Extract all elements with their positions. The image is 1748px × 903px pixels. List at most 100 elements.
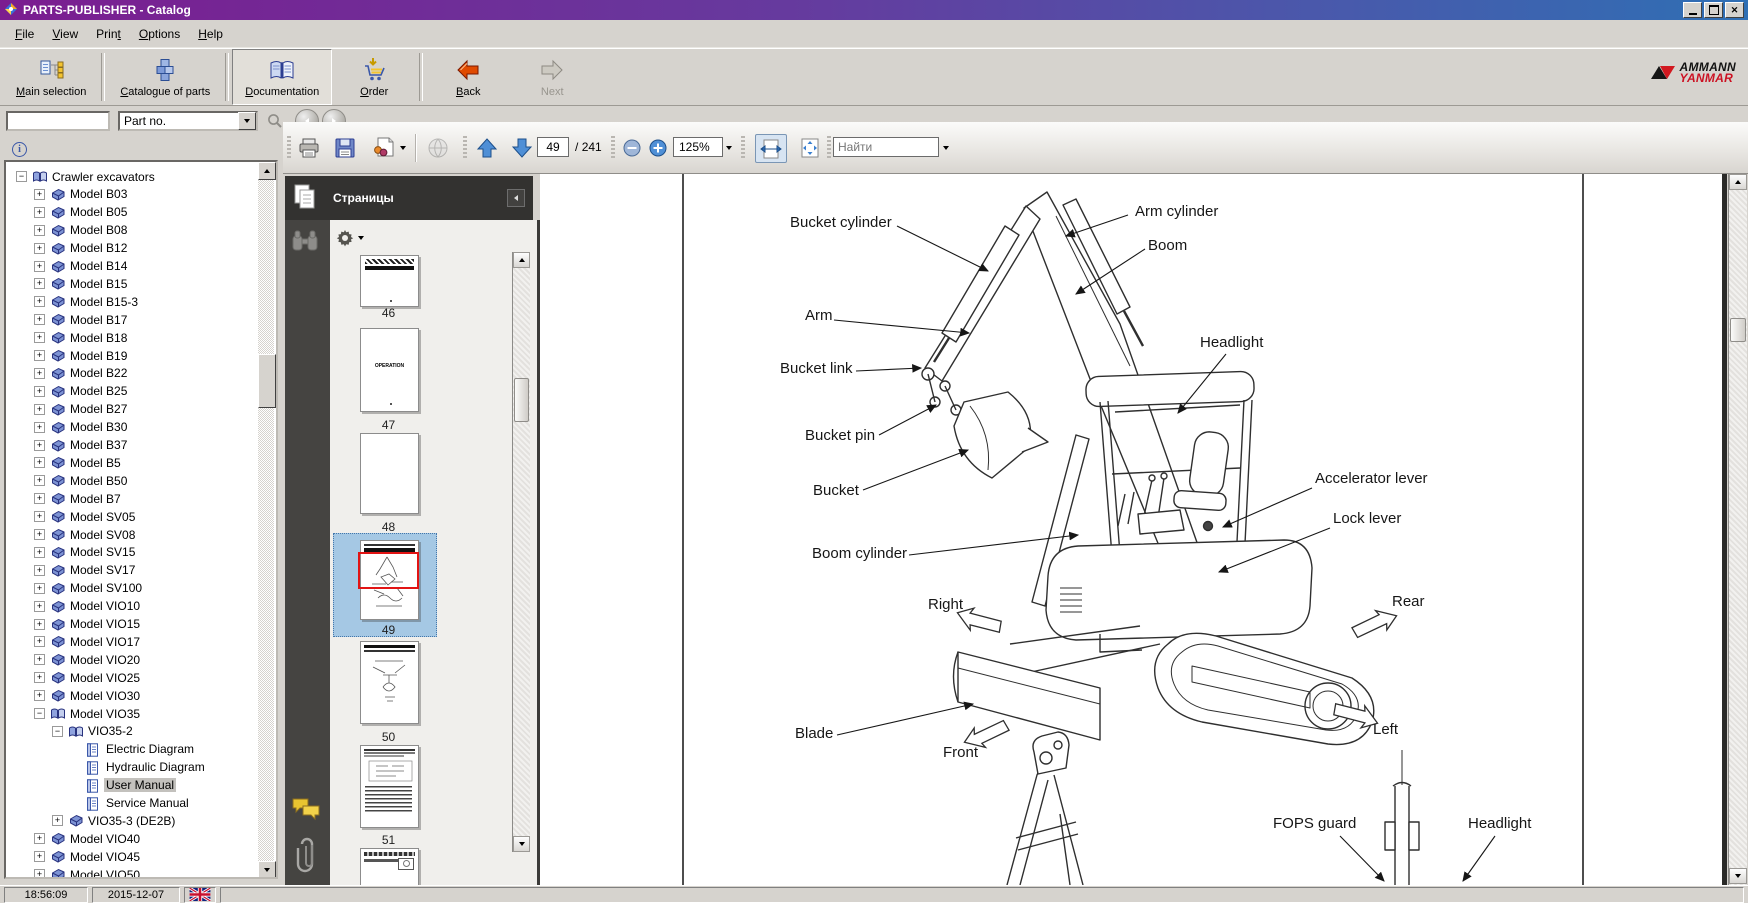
tree-item-model-b18[interactable]: +Model B18 xyxy=(6,329,256,346)
tree-item-model-b15-3[interactable]: +Model B15-3 xyxy=(6,293,256,310)
tree-item-model-b15[interactable]: +Model B15 xyxy=(6,275,256,292)
zoom-dropdown-icon[interactable] xyxy=(726,136,732,160)
tree-item-model-b19[interactable]: +Model B19 xyxy=(6,347,256,364)
tree-item-model-vio15[interactable]: +Model VIO15 xyxy=(6,616,256,633)
dropdown-arrow-icon[interactable] xyxy=(238,112,256,130)
thumbnails-scrollbar[interactable] xyxy=(512,252,530,852)
tree-item-model-b22[interactable]: +Model B22 xyxy=(6,365,256,382)
tree-item-vio35-2[interactable]: −VIO35-2 xyxy=(6,723,256,740)
language-flag-icon[interactable] xyxy=(184,887,216,903)
fit-width-button[interactable] xyxy=(755,134,787,163)
maximize-button[interactable] xyxy=(1704,2,1723,18)
next-page-button[interactable] xyxy=(510,136,534,160)
tree-item-service-manual[interactable]: Service Manual xyxy=(6,795,256,812)
menu-view[interactable]: View xyxy=(43,22,87,46)
tree-item-model-vio25[interactable]: +Model VIO25 xyxy=(6,669,256,686)
tree-item-model-b14[interactable]: +Model B14 xyxy=(6,258,256,275)
save-button[interactable] xyxy=(333,136,357,160)
pages-icon[interactable] xyxy=(293,183,317,214)
tree-item-model-b03[interactable]: +Model B03 xyxy=(6,186,256,203)
tree-expand-expand-icon[interactable]: + xyxy=(52,815,63,826)
tree-expand-expand-icon[interactable]: + xyxy=(34,690,45,701)
thumbnail-page-46[interactable] xyxy=(360,255,419,307)
document-scrollbar-thumb[interactable] xyxy=(1730,318,1746,342)
tree-expand-expand-icon[interactable]: + xyxy=(34,261,45,272)
tree-expand-expand-icon[interactable]: + xyxy=(34,225,45,236)
tree-item-user-manual[interactable]: User Manual xyxy=(6,777,256,794)
previous-page-button[interactable] xyxy=(475,136,499,160)
find-dropdown-icon[interactable] xyxy=(943,136,949,160)
tree-item-model-b27[interactable]: +Model B27 xyxy=(6,401,256,418)
fit-page-button[interactable] xyxy=(795,134,825,161)
tree-expand-collapse-icon[interactable]: − xyxy=(52,726,63,737)
catalogue-of-parts-button[interactable]: Catalogue of parts xyxy=(108,49,222,105)
tree-item-model-b12[interactable]: +Model B12 xyxy=(6,240,256,257)
tree-item-crawler-excavators[interactable]: −Crawler excavators xyxy=(6,168,256,185)
tree-expand-expand-icon[interactable]: + xyxy=(34,422,45,433)
tree-item-model-b37[interactable]: +Model B37 xyxy=(6,437,256,454)
menu-print[interactable]: Print xyxy=(87,22,130,46)
tree-expand-expand-icon[interactable]: + xyxy=(34,869,45,879)
part-number-input[interactable] xyxy=(6,111,110,131)
tree-expand-expand-icon[interactable]: + xyxy=(34,583,45,594)
info-icon[interactable]: i xyxy=(12,142,27,157)
search-type-dropdown[interactable]: Part no. xyxy=(118,111,258,131)
find-input[interactable] xyxy=(833,137,939,157)
menu-file[interactable]: File xyxy=(6,22,43,46)
tree-expand-expand-icon[interactable]: + xyxy=(34,601,45,612)
tree-item-model-vio10[interactable]: +Model VIO10 xyxy=(6,598,256,615)
tree-expand-expand-icon[interactable]: + xyxy=(34,672,45,683)
attachments-paperclip-icon[interactable] xyxy=(295,836,319,879)
tree-expand-expand-icon[interactable]: + xyxy=(34,386,45,397)
tree-expand-expand-icon[interactable]: + xyxy=(34,654,45,665)
tree-scrollbar[interactable] xyxy=(258,162,274,877)
thumbnail-page-48[interactable] xyxy=(360,433,419,514)
tree-expand-expand-icon[interactable]: + xyxy=(34,296,45,307)
tree-item-model-b7[interactable]: +Model B7 xyxy=(6,490,256,507)
tree-expand-expand-icon[interactable]: + xyxy=(34,851,45,862)
tree-item-model-vio45[interactable]: +Model VIO45 xyxy=(6,848,256,865)
tree-item-model-b08[interactable]: +Model B08 xyxy=(6,222,256,239)
main-selection-button[interactable]: Main selection xyxy=(4,49,98,105)
tree-item-model-sv17[interactable]: +Model SV17 xyxy=(6,562,256,579)
tree-expand-expand-icon[interactable]: + xyxy=(34,493,45,504)
thumbnail-page-47[interactable]: OPERATION xyxy=(360,328,419,412)
comments-icon[interactable] xyxy=(291,796,321,825)
tree-scrollbar-thumb[interactable] xyxy=(258,354,276,408)
close-button[interactable]: ✕ xyxy=(1725,2,1744,18)
tree-item-model-vio50[interactable]: +Model VIO50 xyxy=(6,866,256,879)
menu-help[interactable]: Help xyxy=(189,22,232,46)
tree-expand-expand-icon[interactable]: + xyxy=(34,529,45,540)
tree-expand-expand-icon[interactable]: + xyxy=(34,207,45,218)
document-scroll-up-icon[interactable] xyxy=(1729,174,1747,190)
tree-expand-expand-icon[interactable]: + xyxy=(34,565,45,576)
tree-expand-expand-icon[interactable]: + xyxy=(34,278,45,289)
tree-expand-expand-icon[interactable]: + xyxy=(34,368,45,379)
tree-expand-expand-icon[interactable]: + xyxy=(34,833,45,844)
tree-item-model-b5[interactable]: +Model B5 xyxy=(6,454,256,471)
tree-expand-expand-icon[interactable]: + xyxy=(34,636,45,647)
tree-item-model-vio35[interactable]: −Model VIO35 xyxy=(6,705,256,722)
page-number-input[interactable] xyxy=(537,137,569,157)
tree-item-model-b30[interactable]: +Model B30 xyxy=(6,419,256,436)
tree-item-model-sv100[interactable]: +Model SV100 xyxy=(6,580,256,597)
share-review-button[interactable] xyxy=(370,136,406,160)
tree-expand-expand-icon[interactable]: + xyxy=(34,457,45,468)
thumbnails-scroll-down-icon[interactable] xyxy=(513,836,530,852)
tree-expand-expand-icon[interactable]: + xyxy=(34,332,45,343)
binoculars-search-icon[interactable] xyxy=(292,230,318,255)
document-scrollbar[interactable] xyxy=(1728,174,1747,885)
tree-item-electric-diagram[interactable]: Electric Diagram xyxy=(6,741,256,758)
tree-item-model-vio20[interactable]: +Model VIO20 xyxy=(6,651,256,668)
thumbnails-scrollbar-thumb[interactable] xyxy=(514,378,529,422)
thumbnail-page-50[interactable] xyxy=(360,641,419,724)
tree-expand-collapse-icon[interactable]: − xyxy=(16,171,27,182)
tree-expand-expand-icon[interactable]: + xyxy=(34,619,45,630)
tree-item-model-b05[interactable]: +Model B05 xyxy=(6,204,256,221)
collapse-panel-button[interactable] xyxy=(507,189,525,207)
tree-expand-expand-icon[interactable]: + xyxy=(34,314,45,325)
zoom-out-button[interactable] xyxy=(623,136,641,160)
tree-item-model-b17[interactable]: +Model B17 xyxy=(6,311,256,328)
search-icon[interactable] xyxy=(266,112,284,133)
tree-item-hydraulic-diagram[interactable]: Hydraulic Diagram xyxy=(6,759,256,776)
